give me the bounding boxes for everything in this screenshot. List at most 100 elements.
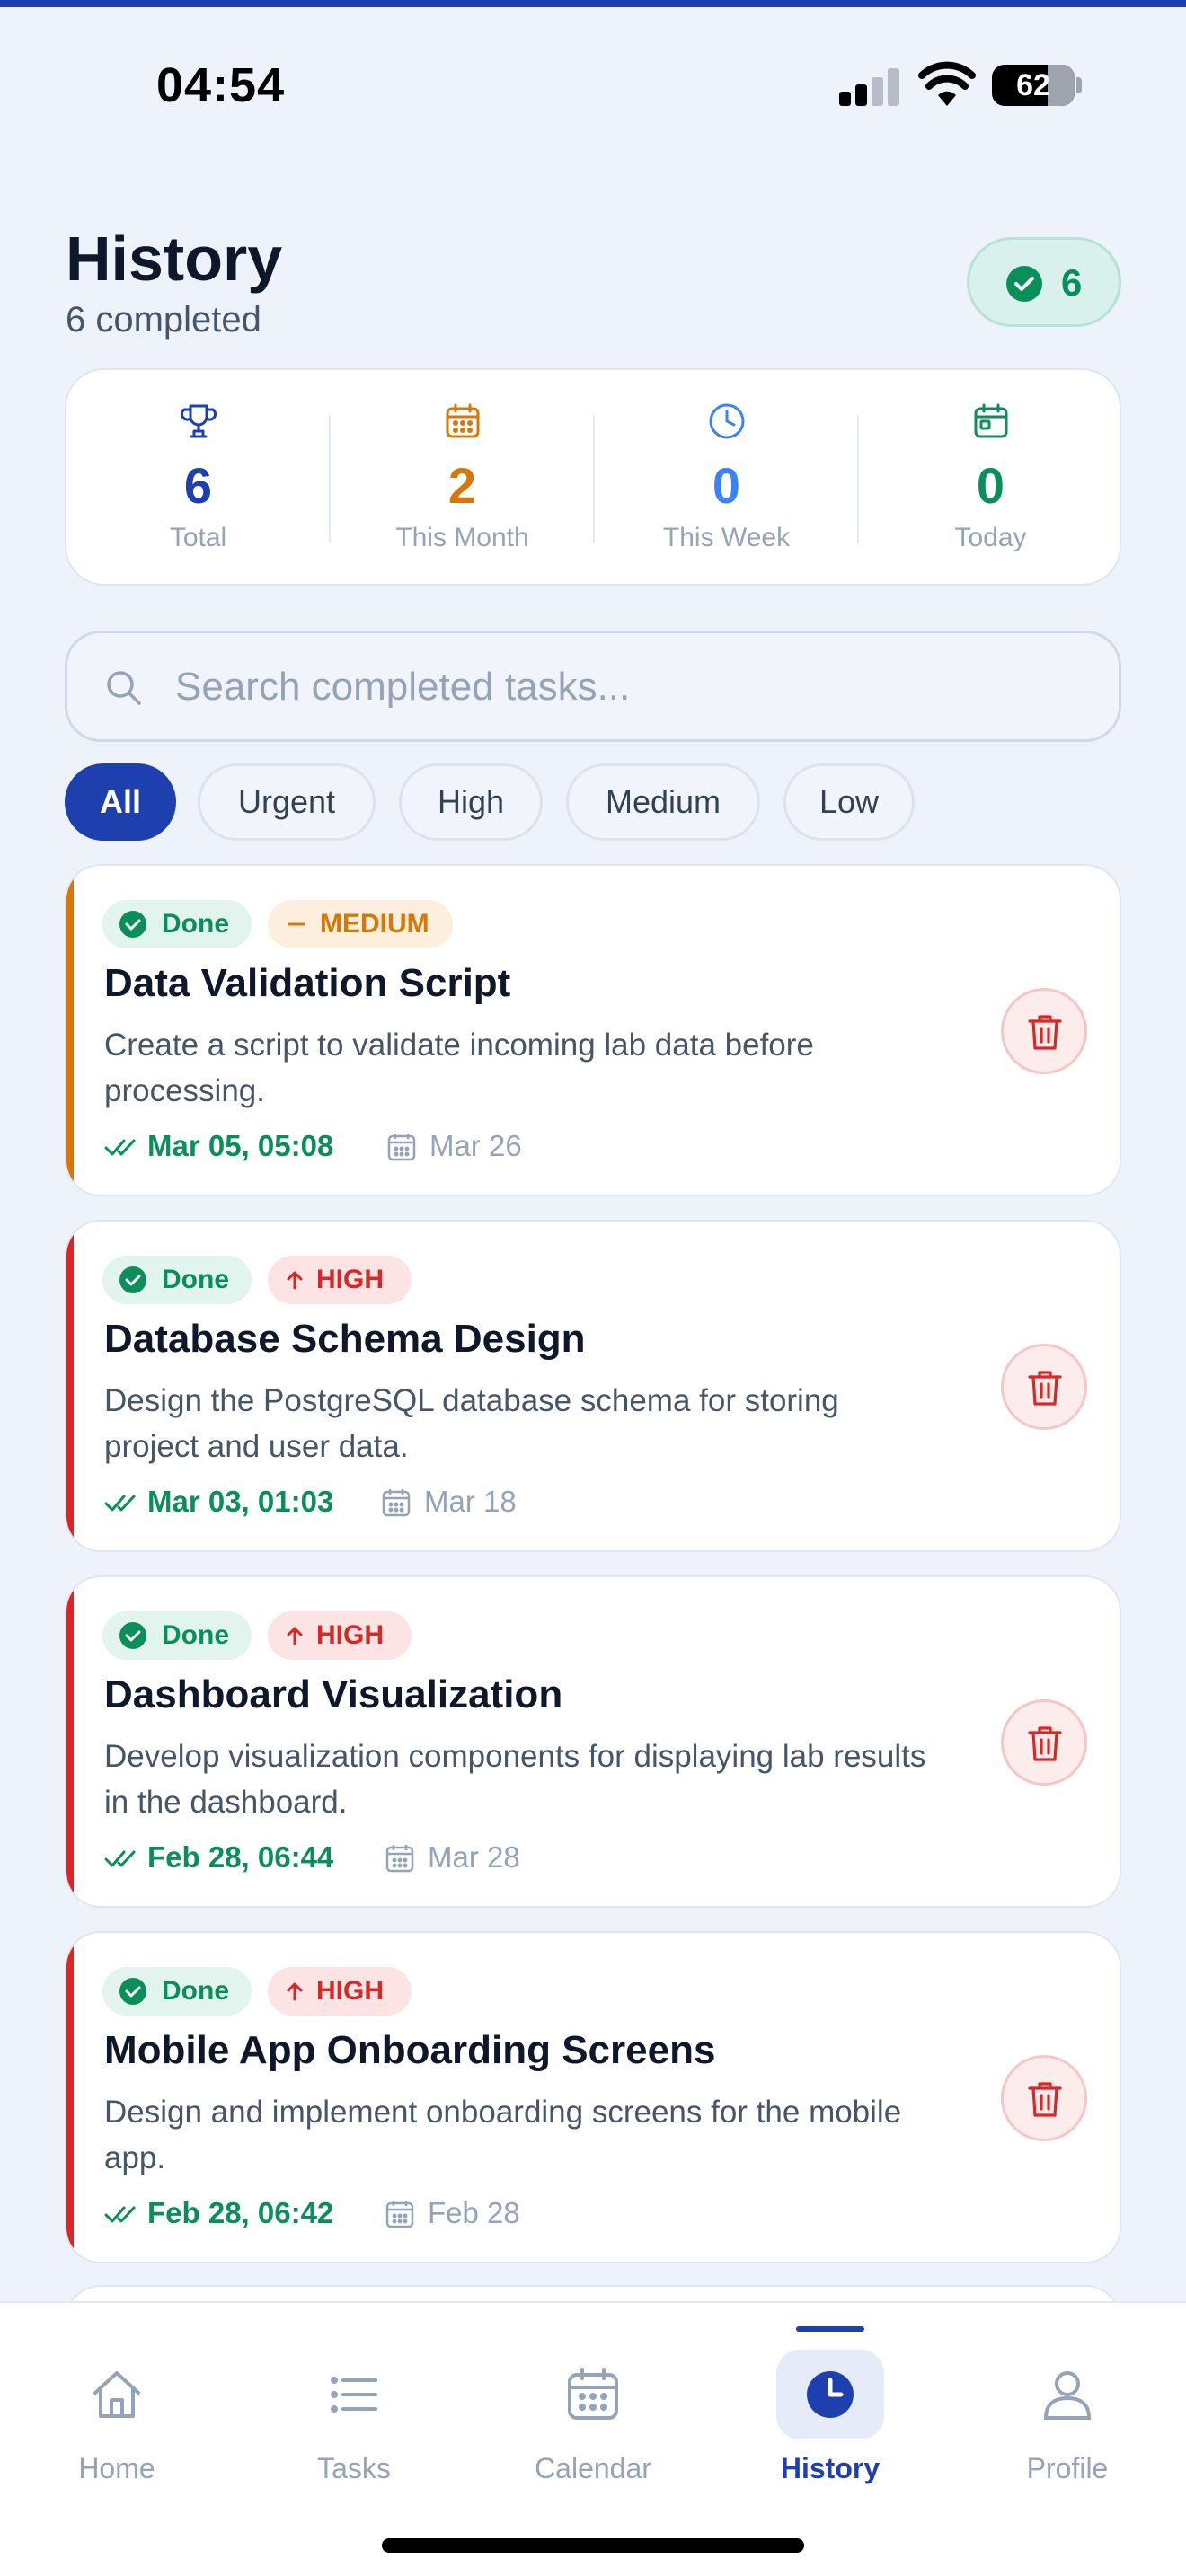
arrow-up-icon: [287, 1271, 303, 1290]
filter-chip-all[interactable]: All: [65, 763, 176, 841]
nav-item-calendar[interactable]: Calendar: [503, 2335, 683, 2497]
priority-accent: [66, 1933, 74, 2262]
task-meta: Mar 03, 01:03 Mar 18: [104, 1482, 913, 1522]
trash-icon: [1028, 1371, 1062, 1406]
due-date: Mar 26: [429, 1129, 522, 1162]
due-date: Mar 18: [424, 1485, 517, 1518]
task-card[interactable]: Done MEDIUM Data Validation Script Creat…: [65, 864, 1121, 1196]
stat-label: This Month: [395, 523, 529, 552]
completed-count-badge: 6: [967, 237, 1121, 327]
priority-accent: [66, 1222, 74, 1550]
wifi-icon: [918, 61, 976, 106]
trophy-icon: [180, 404, 217, 438]
double-check-icon: [104, 1495, 136, 1512]
nav-item-history[interactable]: History: [740, 2335, 920, 2497]
battery-level: 62: [1016, 68, 1050, 102]
completed-date: Mar 03, 01:03: [147, 1485, 334, 1518]
filter-chip-high[interactable]: High: [399, 763, 543, 841]
clock-icon: [709, 403, 745, 439]
cellular-signal-icon: [839, 66, 902, 106]
task-meta: Feb 28, 06:42 Feb 28: [104, 2193, 913, 2233]
check-circle-icon: [119, 1978, 146, 2005]
check-circle-icon: [119, 1266, 146, 1293]
completed-date: Feb 28, 06:44: [147, 1840, 334, 1874]
calendar-icon: [385, 1845, 414, 1873]
page-title: History: [66, 224, 283, 294]
task-description: Design the PostgreSQL database schema fo…: [104, 1383, 839, 1464]
status-badge: Done: [102, 900, 252, 948]
double-check-icon: [104, 1850, 136, 1867]
priority-badge: HIGH: [268, 1256, 412, 1304]
stat-today: 0 Today: [859, 370, 1122, 587]
list-icon: [331, 2377, 377, 2413]
stat-value: 6: [183, 457, 213, 514]
task-title: Data Validation Script: [104, 961, 511, 1005]
stat-label: Today: [954, 523, 1027, 552]
calendar-icon: [387, 1134, 416, 1161]
stats-card: 6 Total 2 This Month 0 This Week 0 Today: [65, 368, 1121, 586]
bottom-nav: Home Tasks Calendar History Profile: [0, 2301, 1186, 2576]
page-subtitle: 6 completed: [66, 300, 261, 340]
nav-item-tasks[interactable]: Tasks: [264, 2335, 444, 2497]
search-icon: [107, 671, 141, 705]
completed-count: 6: [1061, 261, 1083, 304]
task-card[interactable]: Done HIGH Mobile App Onboarding Screens …: [65, 1931, 1121, 2263]
profile-icon: [1043, 2371, 1092, 2420]
battery-icon: 62: [992, 65, 1075, 106]
status-badge: Done: [102, 1256, 252, 1304]
arrow-up-icon: [287, 1627, 303, 1645]
stat-value: 0: [712, 457, 741, 514]
due-date: Feb 28: [428, 2196, 520, 2229]
trash-icon: [1028, 1015, 1062, 1050]
arrow-up-icon: [287, 1982, 303, 2001]
search-box: [65, 631, 1121, 742]
task-title: Dashboard Visualization: [104, 1672, 563, 1716]
minus-icon: [288, 922, 305, 926]
trash-icon: [1028, 2082, 1062, 2117]
priority-accent: [66, 1577, 74, 1906]
double-check-icon: [104, 1139, 136, 1156]
top-accent-line: [0, 0, 1186, 7]
nav-item-profile[interactable]: Profile: [978, 2335, 1157, 2497]
filter-chip-low[interactable]: Low: [783, 763, 915, 841]
delete-button[interactable]: [1001, 1344, 1087, 1430]
status-badge: Done: [102, 1611, 252, 1660]
task-title: Mobile App Onboarding Screens: [104, 2028, 716, 2072]
stat-label: Total: [169, 523, 227, 552]
completed-date: Mar 05, 05:08: [147, 1129, 334, 1162]
calendar-icon: [568, 2368, 618, 2420]
stat-label: This Week: [662, 523, 791, 552]
delete-button[interactable]: [1001, 988, 1087, 1074]
home-icon: [93, 2371, 140, 2418]
task-description: Design and implement onboarding screens …: [104, 2095, 902, 2175]
task-meta: Mar 05, 05:08 Mar 26: [104, 1126, 913, 1166]
filter-chip-urgent[interactable]: Urgent: [198, 763, 376, 841]
search-input[interactable]: [175, 655, 1074, 719]
delete-button[interactable]: [1001, 2055, 1087, 2141]
trash-icon: [1028, 1726, 1062, 1761]
nav-item-home[interactable]: Home: [27, 2335, 207, 2497]
task-card[interactable]: Done HIGH Dashboard Visualization Develo…: [65, 1575, 1121, 1908]
priority-accent: [66, 866, 74, 1195]
history-clock-icon: [807, 2371, 854, 2418]
stat-value: 2: [447, 457, 477, 514]
stat-this-month: 2 This Month: [331, 370, 594, 587]
calendar-icon: [382, 1489, 411, 1517]
check-circle-icon: [119, 1622, 146, 1649]
filter-chip-medium[interactable]: Medium: [566, 763, 760, 841]
completed-date: Feb 28, 06:42: [147, 2196, 334, 2229]
task-description: Create a script to validate incoming lab…: [104, 1028, 814, 1108]
check-circle-icon: [119, 911, 146, 938]
due-date: Mar 28: [428, 1840, 520, 1874]
delete-button[interactable]: [1001, 1699, 1087, 1786]
status-badge: Done: [102, 1967, 252, 2016]
priority-badge: HIGH: [268, 1967, 412, 2016]
priority-badge: MEDIUM: [268, 900, 453, 948]
stat-this-week: 0 This Week: [595, 370, 858, 587]
priority-badge: HIGH: [268, 1611, 412, 1660]
calendar-today-icon: [974, 403, 1008, 438]
stat-total: 6 Total: [66, 370, 330, 587]
nav-active-indicator: [796, 2326, 864, 2332]
task-title: Database Schema Design: [104, 1317, 586, 1361]
task-card[interactable]: Done HIGH Database Schema Design Design …: [65, 1220, 1121, 1552]
